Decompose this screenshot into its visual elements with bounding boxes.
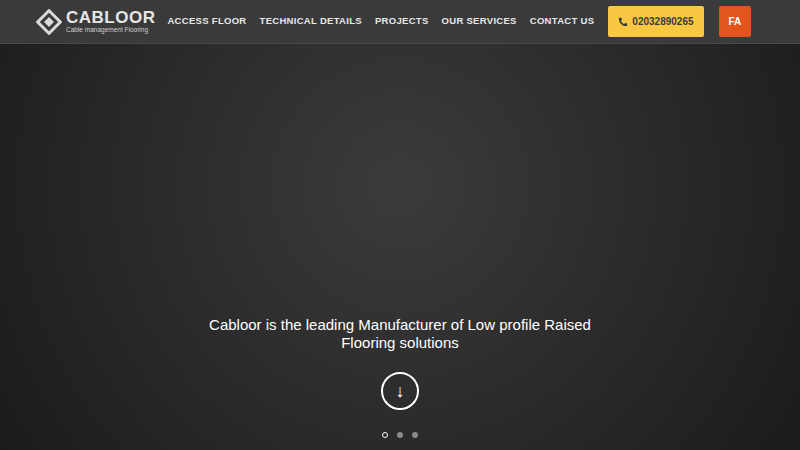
hero: Cabloor is the leading Manufacturer of L… <box>0 44 800 450</box>
page: CABLOORCable management Flooring ACCESS F… <box>0 0 800 450</box>
navbar: CABLOORCable management Flooring ACCESS F… <box>0 0 800 44</box>
slider-dot[interactable] <box>382 432 388 438</box>
logo[interactable]: CABLOORCable management Flooring <box>36 9 155 35</box>
slider-dots <box>382 432 418 438</box>
hero-text: Cabloor is the leading Manufacturer of L… <box>209 316 591 352</box>
language-button[interactable]: FA <box>719 6 752 37</box>
logo-diamond-icon <box>36 9 62 35</box>
scroll-down-button[interactable]: ↓ <box>381 372 419 410</box>
slider-dot[interactable] <box>412 432 418 438</box>
hero-line: Cabloor is the leading Manufacturer of L… <box>209 316 591 334</box>
nav-item[interactable]: CONTACT US <box>530 14 595 28</box>
phone-button[interactable]: 02032890265 <box>608 6 703 37</box>
main-nav: ACCESS FLOOR TECHNICAL DETAILS PROJECTS OUR… <box>167 14 594 28</box>
nav-item[interactable]: ACCESS FLOOR <box>167 14 246 28</box>
nav-item[interactable]: TECHNICAL DETAILS <box>260 14 362 28</box>
hero-line: Flooring solutions <box>341 334 459 352</box>
slider-dot[interactable] <box>397 432 403 438</box>
phone-icon <box>618 17 628 27</box>
logo-name: CABLOOR <box>66 9 155 26</box>
nav-item[interactable]: PROJECTS <box>375 14 429 28</box>
logo-tagline: Cable management Flooring <box>66 27 155 34</box>
nav-item[interactable]: OUR SERVICES <box>442 14 517 28</box>
